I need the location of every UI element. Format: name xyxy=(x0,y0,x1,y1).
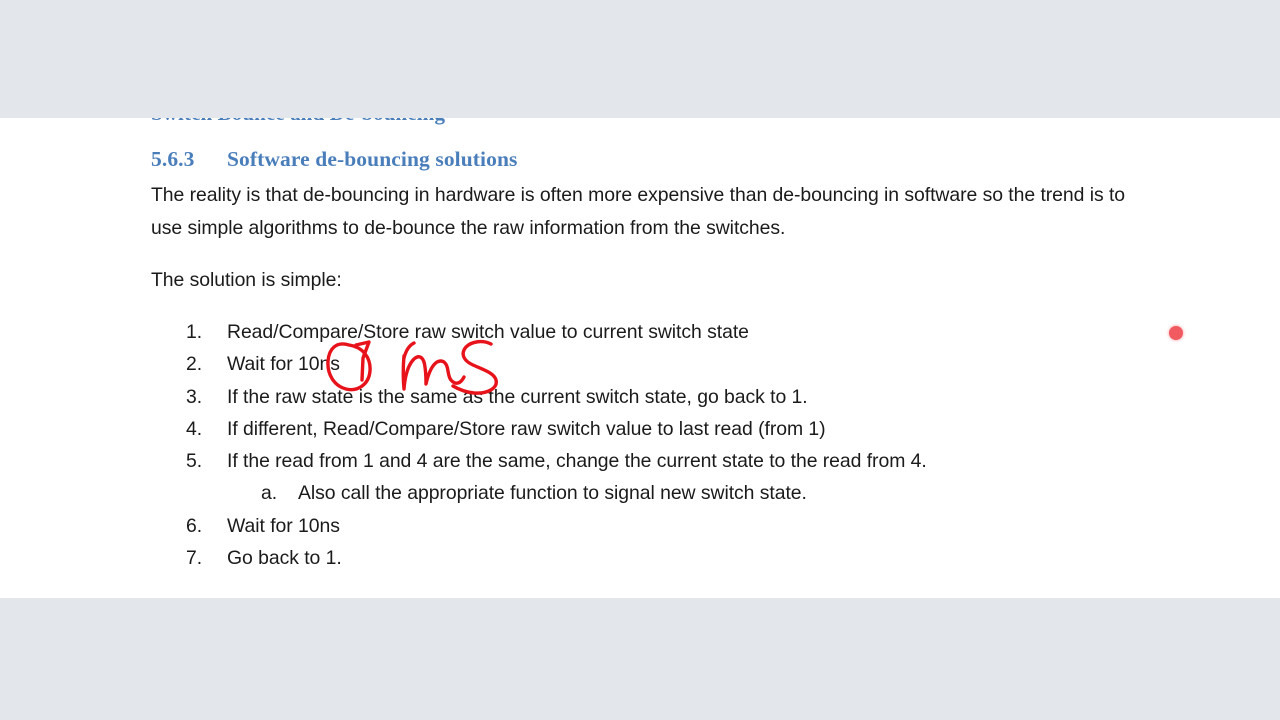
list-item: 2. Wait for 10ns xyxy=(186,348,1086,380)
list-item: 1. Read/Compare/Store raw switch value to… xyxy=(186,316,1086,348)
list-marker: 3. xyxy=(186,385,203,408)
list-item-text: Go back to 1. xyxy=(227,547,342,570)
list-marker: 7. xyxy=(186,547,203,570)
intro-paragraph: The reality is that de-bouncing in hardw… xyxy=(151,184,1126,239)
slide-viewer: Switch Bounce and De-bouncing 5.6.3 Softw… xyxy=(0,0,1280,720)
list-marker: 4. xyxy=(186,417,203,440)
section-number: 5.6.3 xyxy=(151,147,195,171)
list-item-text: If different, Read/Compare/Store raw swi… xyxy=(227,417,826,440)
list-item-text: If the raw state is the same as the curr… xyxy=(227,385,808,408)
procedure-list: 1. Read/Compare/Store raw switch value to… xyxy=(186,316,1086,574)
slide-page: Switch Bounce and De-bouncing 5.6.3 Softw… xyxy=(0,118,1280,598)
list-marker: a. xyxy=(261,482,278,505)
list-item: 3. If the raw state is the same as the cu… xyxy=(186,381,1086,413)
list-item-text: Wait for 10ns xyxy=(227,353,340,376)
list-item: 5. If the read from 1 and 4 are the same,… xyxy=(186,445,1086,477)
list-marker: 1. xyxy=(186,321,203,343)
solution-lead-in: The solution is simple: xyxy=(151,269,342,291)
list-item: 7. Go back to 1. xyxy=(186,542,1086,574)
list-marker: 6. xyxy=(186,514,203,537)
list-item-sub: a. Also call the appropriate function to … xyxy=(186,477,1086,509)
list-item-text: Wait for 10ns xyxy=(227,514,340,537)
list-marker: 5. xyxy=(186,450,203,473)
section-title: Software de-bouncing solutions xyxy=(227,147,518,171)
list-marker: 2. xyxy=(186,353,203,376)
laser-pointer-dot xyxy=(1169,326,1183,340)
list-item-text: If the read from 1 and 4 are the same, c… xyxy=(227,450,927,473)
list-item-text: Also call the appropriate function to si… xyxy=(298,482,807,505)
list-item: 6. Wait for 10ns xyxy=(186,510,1086,542)
section-heading: 5.6.3 Software de-bouncing solutions xyxy=(151,147,518,172)
viewer-top-margin xyxy=(0,0,1280,118)
list-item-text: Read/Compare/Store raw switch value to c… xyxy=(227,321,749,343)
viewer-bottom-margin xyxy=(0,598,1280,720)
list-item: 4. If different, Read/Compare/Store raw s… xyxy=(186,413,1086,445)
previous-section-heading: Switch Bounce and De-bouncing xyxy=(151,118,445,126)
